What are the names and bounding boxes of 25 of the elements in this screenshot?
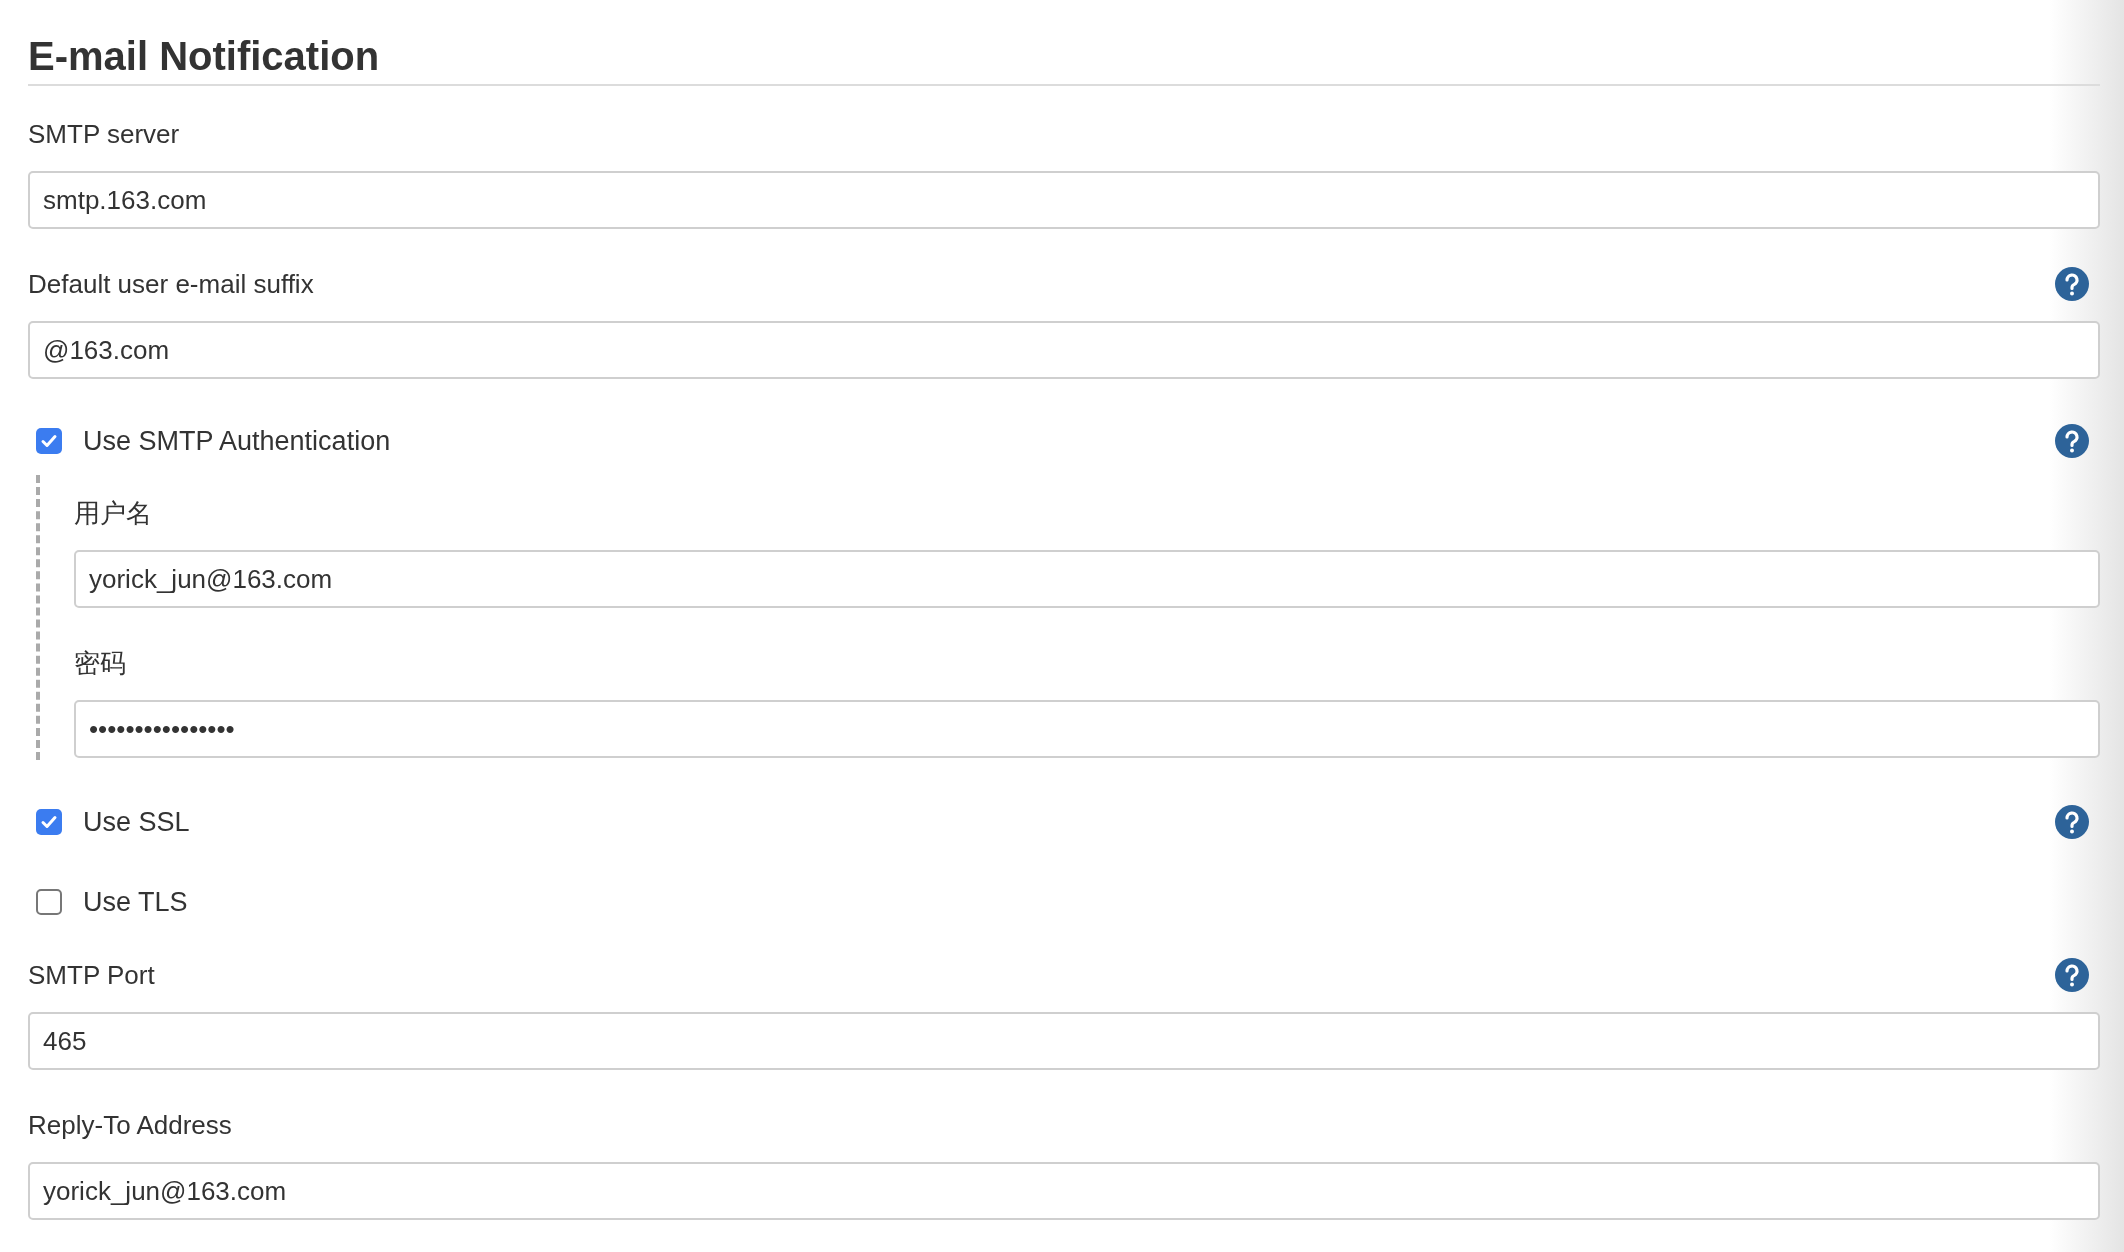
check-icon — [40, 432, 58, 450]
help-icon[interactable] — [2055, 805, 2089, 839]
checkbox[interactable] — [36, 809, 62, 835]
text-field[interactable]: @163.com — [28, 321, 2100, 379]
field-label: Default user e-mail suffix — [28, 267, 314, 301]
field-label: Reply-To Address — [28, 1108, 232, 1142]
text-field[interactable]: smtp.163.com — [28, 171, 2100, 229]
checkbox-label: Use TLS — [83, 885, 188, 919]
section-title: E-mail Notification — [28, 33, 381, 80]
help-icon[interactable] — [2055, 424, 2089, 458]
checkbox[interactable] — [36, 428, 62, 454]
field-label: 用户名 — [74, 496, 152, 530]
text-field[interactable]: •••••••••••••••• — [74, 700, 2100, 758]
help-icon[interactable] — [2055, 958, 2089, 992]
field-label: 密码 — [74, 646, 126, 680]
text-field[interactable]: 465 — [28, 1012, 2100, 1070]
check-icon — [40, 813, 58, 831]
checkbox[interactable] — [36, 889, 62, 915]
checkbox-label: Use SSL — [83, 805, 190, 839]
field-label: SMTP Port — [28, 958, 155, 992]
help-icon[interactable] — [2055, 267, 2089, 301]
text-field[interactable]: yorick_jun@163.com — [74, 550, 2100, 608]
field-label: SMTP server — [28, 117, 180, 151]
text-field[interactable]: yorick_jun@163.com — [28, 1162, 2100, 1220]
checkbox-label: Use SMTP Authentication — [83, 424, 391, 458]
